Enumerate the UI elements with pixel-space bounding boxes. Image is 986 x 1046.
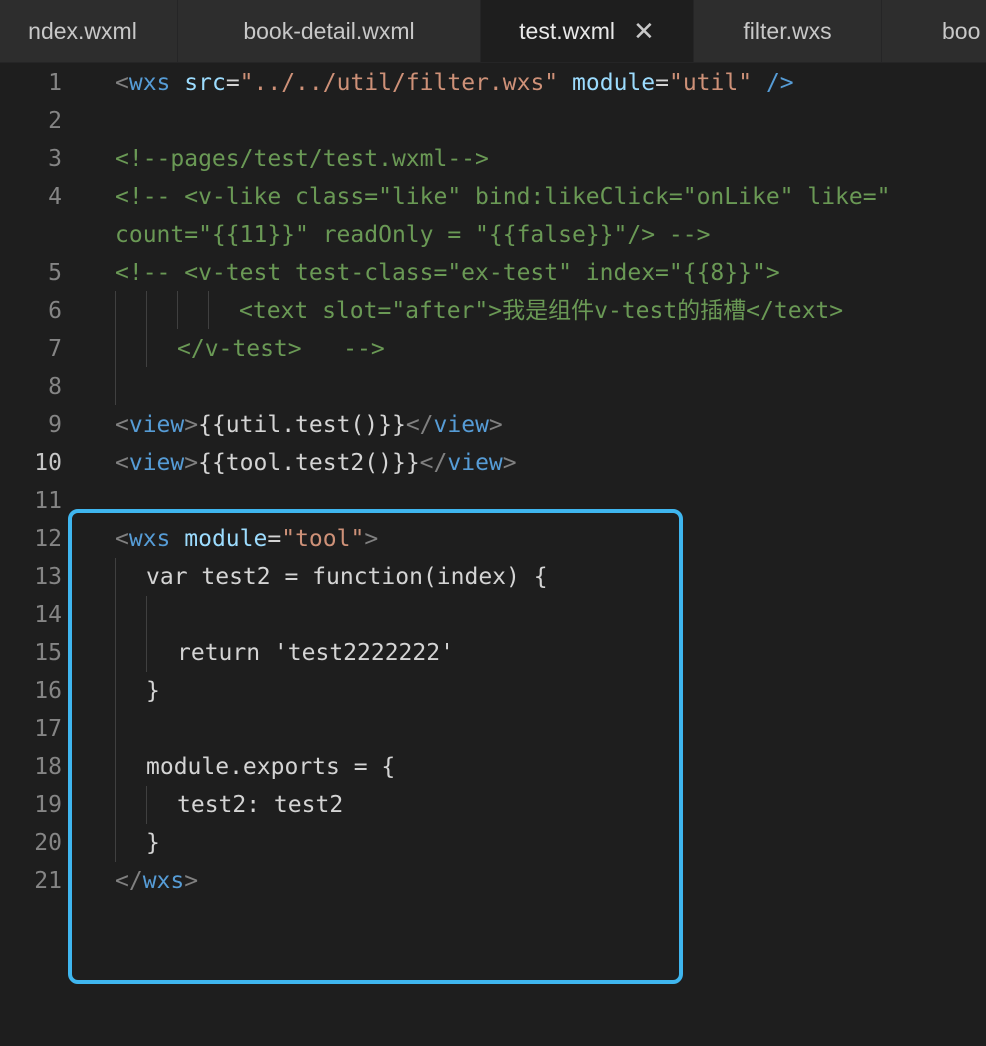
token: wxs xyxy=(128,70,171,96)
line-number: 4 xyxy=(48,184,62,210)
code-text[interactable]: count="{{11}}" readOnly = "{{false}}"/> … xyxy=(115,216,710,254)
line-number: 21 xyxy=(34,868,62,894)
tab-label: boo xyxy=(942,17,981,44)
code-line: 4 <!-- <v-like class="like" bind:likeCli… xyxy=(0,178,986,216)
tab-label: book-detail.wxml xyxy=(243,17,415,44)
token: > xyxy=(488,412,503,438)
code-line: 7 </v-test> --> xyxy=(0,330,986,368)
token: {{tool.test2()}} xyxy=(198,450,420,476)
token: = xyxy=(655,70,669,96)
token: </ xyxy=(405,412,434,438)
line-number: 7 xyxy=(48,336,62,362)
token: /> xyxy=(765,70,794,96)
code-text[interactable]: <!-- <v-like class="like" bind:likeClick… xyxy=(115,178,890,216)
line-number: 9 xyxy=(48,412,62,438)
line-number: 12 xyxy=(34,526,62,552)
highlight-annotation-box xyxy=(68,509,683,984)
line-number: 3 xyxy=(48,146,62,172)
code-text[interactable]: <view>{{util.test()}}</view> xyxy=(115,406,503,444)
token: = xyxy=(225,70,240,96)
line-number: 8 xyxy=(48,374,62,400)
token: view xyxy=(447,450,503,476)
token: </ xyxy=(419,450,448,476)
code-line: 8 xyxy=(0,368,986,406)
code-text[interactable]: <wxs src="../../util/filter.wxs" module=… xyxy=(115,64,794,102)
line-number: 16 xyxy=(34,678,62,704)
tab-book-truncated[interactable]: boo xyxy=(882,0,986,62)
tab-index-wxml[interactable]: ndex.wxml xyxy=(0,0,178,62)
code-line: 5 <!-- <v-test test-class="ex-test" inde… xyxy=(0,254,986,292)
line-number: 18 xyxy=(34,754,62,780)
code-text[interactable]: <text slot="after">我是组件v-test的插槽</text> xyxy=(239,292,843,330)
token: < xyxy=(115,70,129,96)
token: > xyxy=(184,412,199,438)
tab-filter-wxs[interactable]: filter.wxs xyxy=(694,0,882,62)
tab-label: test.wxml xyxy=(519,17,616,44)
token: < xyxy=(115,450,129,476)
token: > xyxy=(184,450,199,476)
code-line: 9 <view>{{util.test()}}</view> xyxy=(0,406,986,444)
token: "../../util/filter.wxs" xyxy=(239,70,559,96)
tab-label: ndex.wxml xyxy=(28,17,137,44)
line-number: 5 xyxy=(48,260,62,286)
token: view xyxy=(433,412,489,438)
tab-label: filter.wxs xyxy=(743,17,832,44)
code-line: 1 <wxs src="../../util/filter.wxs" modul… xyxy=(0,64,986,102)
line-number: 6 xyxy=(48,298,62,324)
line-number: 19 xyxy=(34,792,62,818)
code-line: 2 xyxy=(0,102,986,140)
line-number: 15 xyxy=(34,640,62,666)
token: < xyxy=(115,412,129,438)
token: > xyxy=(502,450,517,476)
line-number: 2 xyxy=(48,108,62,134)
line-number: 13 xyxy=(34,564,62,590)
token: module xyxy=(572,70,656,96)
line-number: 10 xyxy=(34,450,62,476)
token: src xyxy=(184,70,226,96)
code-text[interactable]: <view>{{tool.test2()}}</view> xyxy=(115,444,517,482)
line-number: 17 xyxy=(34,716,62,742)
line-number: 11 xyxy=(34,488,62,514)
token: "util" xyxy=(668,70,753,96)
code-line: 6 <text slot="after">我是组件v-test的插槽</text… xyxy=(0,292,986,330)
token: {{util.test()}} xyxy=(198,412,406,438)
line-number: 14 xyxy=(34,602,62,628)
line-number: 1 xyxy=(48,70,62,96)
code-text[interactable]: </v-test> --> xyxy=(177,330,385,368)
tab-book-detail-wxml[interactable]: book-detail.wxml xyxy=(178,0,481,62)
editor-tab-bar: ndex.wxml book-detail.wxml test.wxml ✕ f… xyxy=(0,0,986,63)
tab-test-wxml[interactable]: test.wxml ✕ xyxy=(481,0,694,62)
close-icon[interactable]: ✕ xyxy=(633,18,655,44)
code-text[interactable]: <!-- <v-test test-class="ex-test" index=… xyxy=(115,254,780,292)
code-text[interactable]: <!--pages/test/test.wxml--> xyxy=(115,140,489,178)
token: view xyxy=(128,412,185,438)
code-line: 3 <!--pages/test/test.wxml--> xyxy=(0,140,986,178)
token: view xyxy=(128,450,185,476)
code-line-current: 10 <view>{{tool.test2()}}</view> xyxy=(0,444,986,482)
code-line-wrapped: count="{{11}}" readOnly = "{{false}}"/> … xyxy=(0,216,986,254)
line-number: 20 xyxy=(34,830,62,856)
